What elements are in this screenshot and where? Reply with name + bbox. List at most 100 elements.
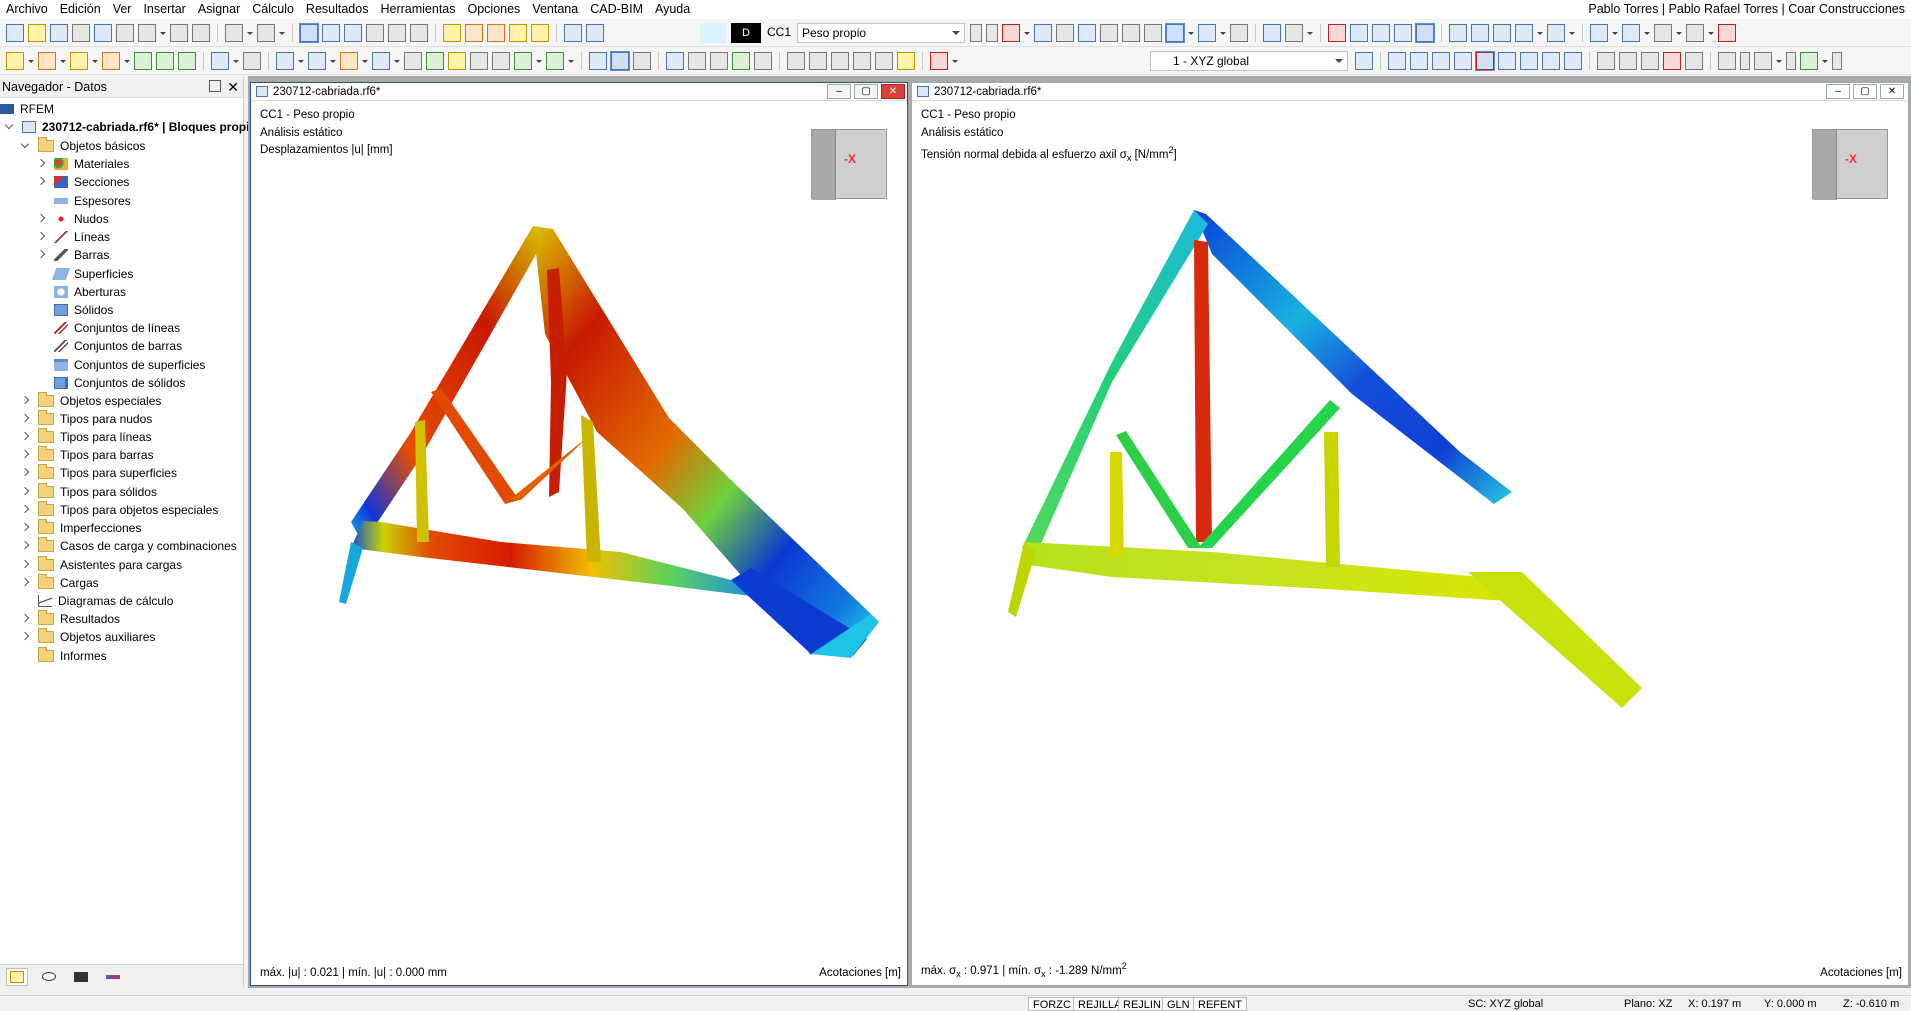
move-icon[interactable] (448, 52, 466, 70)
minimize-button[interactable]: – (1826, 84, 1850, 99)
result-sections-dropdown[interactable] (1307, 24, 1313, 42)
view-rotate-dropdown[interactable] (1569, 24, 1575, 42)
values-icon[interactable] (1056, 24, 1074, 42)
expand-icon[interactable] (20, 614, 30, 624)
tree-item-lineas[interactable]: Líneas (36, 228, 110, 246)
copy-icon[interactable] (426, 52, 444, 70)
menu-asignar[interactable]: Asignar (192, 0, 246, 19)
opening-icon[interactable] (340, 52, 358, 70)
result-labels-icon[interactable] (1230, 24, 1248, 42)
tree-folder-informes[interactable]: Informes (20, 647, 107, 665)
member-load-icon[interactable] (243, 52, 261, 70)
redo-dropdown[interactable] (279, 24, 285, 42)
expand-icon[interactable] (20, 396, 30, 406)
menu-ayuda[interactable]: Ayuda (649, 0, 696, 19)
close-button[interactable]: ✕ (1880, 84, 1904, 99)
plane-xy-icon[interactable] (1498, 52, 1516, 70)
result-display-dropdown[interactable] (1188, 24, 1194, 42)
save-all-icon[interactable] (94, 24, 112, 42)
animation-dropdown[interactable] (1220, 24, 1226, 42)
results-icon[interactable] (487, 24, 505, 42)
color-scale-dropdown[interactable] (952, 52, 958, 70)
view-rotate-icon[interactable] (1547, 24, 1565, 42)
tree-folder-objetos-auxiliares[interactable]: Objetos auxiliares (20, 628, 155, 646)
next-load-case-icon[interactable] (986, 24, 998, 42)
print-dropdown[interactable] (160, 24, 166, 42)
plane-yz-icon[interactable] (1520, 52, 1538, 70)
expand-icon[interactable] (36, 214, 46, 224)
tree-folder-tipos-objetos-especiales[interactable]: Tipos para objetos especiales (20, 501, 218, 519)
export-icon[interactable] (388, 24, 406, 42)
tab-views[interactable] (70, 968, 92, 986)
align-icon[interactable] (787, 52, 805, 70)
tree-folder-tipos-barras[interactable]: Tipos para barras (20, 446, 154, 464)
save-icon[interactable] (116, 24, 134, 42)
tree-item-solidos[interactable]: Sólidos (36, 301, 113, 319)
undo-dropdown[interactable] (247, 24, 253, 42)
display-loads-dropdown[interactable] (1024, 24, 1030, 42)
camera-icon[interactable] (72, 24, 90, 42)
select-window-icon[interactable] (610, 51, 630, 71)
float-panel-icon[interactable] (209, 80, 221, 92)
display-loads-icon[interactable] (1002, 24, 1020, 42)
delete-icon[interactable] (1663, 52, 1681, 70)
toolbar-overflow-icon[interactable] (1740, 52, 1750, 70)
object-snap-toggle-button[interactable]: REFENT (1193, 997, 1247, 1011)
tree-folder-cargas[interactable]: Cargas (20, 574, 99, 592)
tree-item-conjuntos-superficies[interactable]: Conjuntos de superficies (36, 356, 205, 374)
tree-folder-tipos-superficies[interactable]: Tipos para superficies (20, 464, 177, 482)
dlubal-center-icon[interactable] (50, 24, 68, 42)
expand-icon[interactable] (36, 232, 46, 242)
coordinate-input-icon[interactable] (1564, 52, 1582, 70)
new-hinge-icon[interactable] (156, 52, 174, 70)
new-member-dropdown[interactable] (92, 52, 98, 70)
graphics-view-normal-stress[interactable]: CC1 - Peso propio Análisis estático Tens… (912, 102, 1908, 985)
view-minus-z-icon[interactable] (1515, 24, 1533, 42)
snap-curve-icon[interactable] (666, 52, 684, 70)
result-sections-icon[interactable] (1285, 24, 1303, 42)
symmetric-icon[interactable] (1641, 52, 1659, 70)
toolbar-overflow-icon[interactable] (1832, 52, 1842, 70)
expand-icon[interactable] (36, 250, 46, 260)
calculate-icon[interactable] (443, 24, 461, 42)
undo-icon[interactable] (225, 24, 243, 42)
expand-icon[interactable] (4, 122, 14, 132)
intersect-icon[interactable] (853, 52, 871, 70)
show-results-icon[interactable] (509, 24, 527, 42)
tree-item-diagramas-calculo[interactable]: Diagramas de cálculo (20, 592, 173, 610)
menu-calculo[interactable]: Cálculo (246, 0, 300, 19)
view-options-dropdown[interactable] (1776, 52, 1782, 70)
surface-dropdown[interactable] (298, 52, 304, 70)
tab-results[interactable] (102, 968, 124, 986)
expand-icon[interactable] (20, 450, 30, 460)
expand-icon[interactable] (20, 578, 30, 588)
select-all-icon[interactable] (633, 52, 651, 70)
tree-folder-imperfecciones[interactable]: Imperfecciones (20, 519, 141, 537)
color-scale-icon[interactable] (930, 52, 948, 70)
snap-line-icon[interactable] (688, 52, 706, 70)
solid-icon[interactable] (372, 52, 390, 70)
tree-item-aberturas[interactable]: Aberturas (36, 283, 126, 301)
open-file-icon[interactable] (28, 24, 46, 42)
tree-folder-objetos-especiales[interactable]: Objetos especiales (20, 392, 161, 410)
expand-icon[interactable] (20, 487, 30, 497)
expand-icon[interactable] (20, 141, 30, 151)
plane-xz-icon[interactable] (1542, 52, 1560, 70)
view-iso-icon[interactable] (1350, 24, 1368, 42)
table-icon[interactable] (322, 24, 340, 42)
rotate-icon[interactable] (470, 52, 488, 70)
menu-cad-bim[interactable]: CAD-BIM (584, 0, 649, 19)
view-z-icon[interactable] (1493, 24, 1511, 42)
section-cut-icon[interactable] (1619, 52, 1637, 70)
clipping-dropdown[interactable] (1708, 24, 1714, 42)
report-icon[interactable] (192, 24, 210, 42)
expand-icon[interactable] (20, 523, 30, 533)
graphics-view-displacements[interactable]: CC1 - Peso propio Análisis estático Desp… (251, 102, 907, 985)
expand-icon[interactable] (20, 468, 30, 478)
report-export-dropdown[interactable] (1822, 52, 1828, 70)
solid-dropdown[interactable] (394, 52, 400, 70)
tree-item-secciones[interactable]: Secciones (36, 173, 129, 191)
block-icon[interactable] (404, 52, 422, 70)
restore-button[interactable]: ▢ (1853, 84, 1877, 99)
properties-icon[interactable] (344, 24, 362, 42)
